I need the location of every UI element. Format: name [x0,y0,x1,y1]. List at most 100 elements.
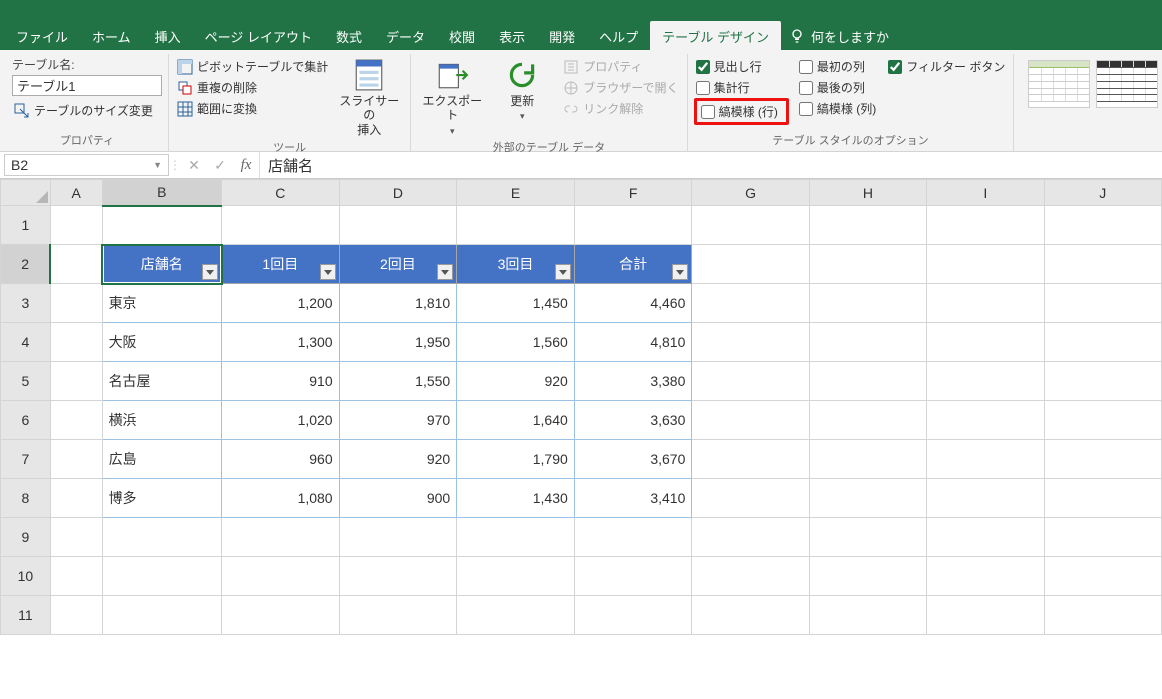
cell-B5[interactable]: 名古屋 [102,362,221,401]
export-button[interactable]: エクスポート▾ [417,56,487,137]
cell-A2[interactable] [50,245,102,284]
tab-view[interactable]: 表示 [487,21,537,52]
cell-G8[interactable] [692,479,809,518]
cell-A9[interactable] [50,518,102,557]
row-header-2[interactable]: 2 [1,245,51,284]
cell-H10[interactable] [809,557,926,596]
cell-J6[interactable] [1044,401,1161,440]
cell-J3[interactable] [1044,284,1161,323]
filter-dropdown-icon[interactable] [555,264,571,280]
name-box[interactable]: B2 ▼ [4,154,169,176]
cell-B8[interactable]: 博多 [102,479,221,518]
remove-duplicates-button[interactable]: 重複の削除 [175,77,330,98]
cell-C10[interactable] [222,557,340,596]
cell-D10[interactable] [339,557,457,596]
cell-G11[interactable] [692,596,809,635]
col-header-I[interactable]: I [927,180,1044,206]
cell-A8[interactable] [50,479,102,518]
cell-I1[interactable] [927,206,1044,245]
cell-A6[interactable] [50,401,102,440]
cell-G7[interactable] [692,440,809,479]
cell-A3[interactable] [50,284,102,323]
convert-range-button[interactable]: 範囲に変換 [175,98,330,119]
cell-D9[interactable] [339,518,457,557]
cell-E4[interactable]: 1,560 [457,323,575,362]
cell-D5[interactable]: 1,550 [339,362,457,401]
cell-I11[interactable] [927,596,1044,635]
cell-C7[interactable]: 960 [222,440,340,479]
cell-G9[interactable] [692,518,809,557]
cell-I7[interactable] [927,440,1044,479]
cell-E11[interactable] [457,596,575,635]
cell-E10[interactable] [457,557,575,596]
tab-pagelayout[interactable]: ページ レイアウト [193,21,324,52]
tab-review[interactable]: 校閲 [437,21,487,52]
cell-D1[interactable] [339,206,457,245]
cell-H11[interactable] [809,596,926,635]
cell-H8[interactable] [809,479,926,518]
cell-G10[interactable] [692,557,809,596]
chevron-down-icon[interactable]: ▼ [153,160,162,170]
cell-B9[interactable] [102,518,221,557]
tell-me[interactable]: 何をしますか [789,27,889,46]
cell-I10[interactable] [927,557,1044,596]
row-header-10[interactable]: 10 [1,557,51,596]
cell-J10[interactable] [1044,557,1161,596]
cell-I2[interactable] [927,245,1044,284]
banded-cols-checkbox[interactable]: 縞模様 (列) [797,98,878,119]
tab-table-design[interactable]: テーブル デザイン [650,21,781,52]
cell-G2[interactable] [692,245,809,284]
formula-input[interactable] [259,152,1162,178]
row-header-4[interactable]: 4 [1,323,51,362]
cell-A7[interactable] [50,440,102,479]
cell-H9[interactable] [809,518,926,557]
cell-D11[interactable] [339,596,457,635]
cell-A5[interactable] [50,362,102,401]
table-style-thumb-2[interactable] [1096,60,1158,108]
cell-H7[interactable] [809,440,926,479]
cell-C1[interactable] [222,206,340,245]
cell-B6[interactable]: 横浜 [102,401,221,440]
cell-D6[interactable]: 970 [339,401,457,440]
cell-I6[interactable] [927,401,1044,440]
cell-I4[interactable] [927,323,1044,362]
row-header-6[interactable]: 6 [1,401,51,440]
cell-C4[interactable]: 1,300 [222,323,340,362]
cell-F7[interactable]: 3,670 [574,440,692,479]
first-col-checkbox[interactable]: 最初の列 [797,56,878,77]
col-header-G[interactable]: G [692,180,809,206]
total-row-checkbox[interactable]: 集計行 [694,77,789,98]
cell-H4[interactable] [809,323,926,362]
cell-C9[interactable] [222,518,340,557]
cell-H6[interactable] [809,401,926,440]
col-header-F[interactable]: F [574,180,692,206]
cell-B10[interactable] [102,557,221,596]
cell-J9[interactable] [1044,518,1161,557]
enter-button[interactable]: ✓ [207,152,233,178]
filter-dropdown-icon[interactable] [202,264,218,280]
cell-C6[interactable]: 1,020 [222,401,340,440]
cell-G6[interactable] [692,401,809,440]
cell-B2[interactable]: 店舗名 [102,245,221,284]
row-header-5[interactable]: 5 [1,362,51,401]
cell-C11[interactable] [222,596,340,635]
cell-I8[interactable] [927,479,1044,518]
cell-A1[interactable] [50,206,102,245]
cell-F3[interactable]: 4,460 [574,284,692,323]
resize-table-button[interactable]: テーブルのサイズ変更 [12,100,162,121]
tab-help[interactable]: ヘルプ [587,21,650,52]
row-header-9[interactable]: 9 [1,518,51,557]
cell-A11[interactable] [50,596,102,635]
cell-H2[interactable] [809,245,926,284]
filter-button-checkbox[interactable]: フィルター ボタン [886,56,1007,77]
cell-F11[interactable] [574,596,692,635]
spreadsheet[interactable]: ABCDEFGHIJ12店舗名1回目2回目3回目合計3東京1,2001,8101… [0,179,1162,635]
col-header-H[interactable]: H [809,180,926,206]
cell-J5[interactable] [1044,362,1161,401]
tab-formulas[interactable]: 数式 [324,21,374,52]
cancel-button[interactable]: ✕ [181,152,207,178]
table-name-input[interactable] [12,75,162,96]
cell-D3[interactable]: 1,810 [339,284,457,323]
cell-C8[interactable]: 1,080 [222,479,340,518]
summarize-pivot-button[interactable]: ピボットテーブルで集計 [175,56,330,77]
